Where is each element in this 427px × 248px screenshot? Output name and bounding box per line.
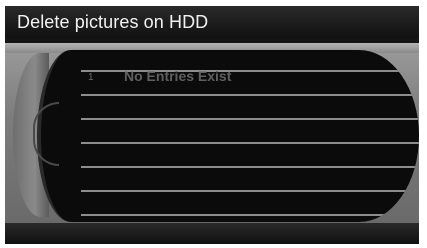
page-title: Delete pictures on HDD xyxy=(17,12,209,32)
bottom-bar xyxy=(5,223,419,244)
row-divider xyxy=(81,142,419,144)
row-divider xyxy=(81,94,419,96)
row-divider xyxy=(81,214,419,216)
row-index: 1 xyxy=(88,72,94,83)
row-divider xyxy=(81,190,419,192)
title-bar: Delete pictures on HDD xyxy=(5,6,419,38)
row-divider xyxy=(81,118,419,120)
empty-list-message: No Entries Exist xyxy=(124,68,232,84)
nav-screen: Delete pictures on HDD 1 No Entries Exis… xyxy=(5,6,419,244)
row-divider xyxy=(81,166,419,168)
